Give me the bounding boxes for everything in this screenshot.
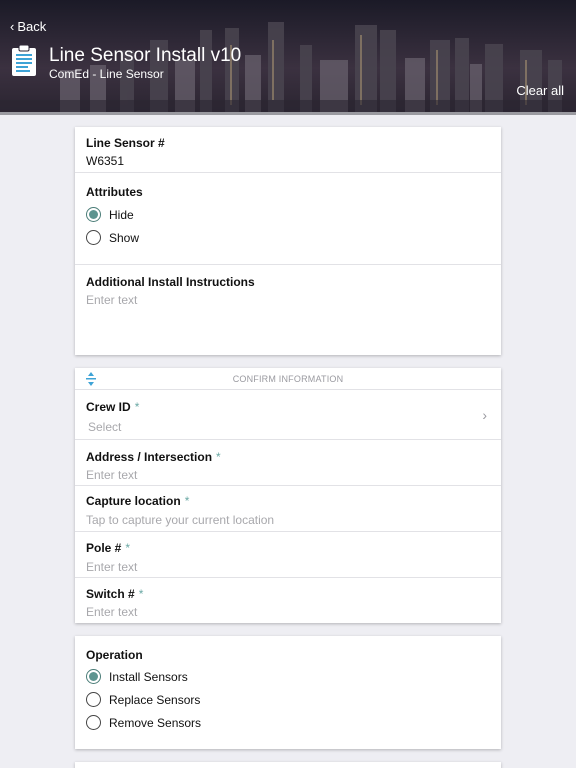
confirm-information-card: CONFIRM INFORMATION Crew ID * Select › Ad… [75,368,501,623]
clear-all-button[interactable]: Clear all [516,83,564,98]
capture-location-label-text: Capture location [86,494,181,508]
operation-option-replace[interactable]: Replace Sensors [86,692,200,707]
required-mark: * [138,587,144,601]
address-field[interactable]: Address / Intersection * Enter text [75,440,501,486]
address-input[interactable]: Enter text [86,468,137,482]
attributes-label: Attributes [86,185,143,199]
crew-id-label-text: Crew ID [86,400,131,414]
chevron-left-icon: ‹ [10,19,15,34]
page-subtitle: ComEd - Line Sensor [49,67,164,81]
pole-field[interactable]: Pole # * Enter text [75,532,501,578]
attributes-option-label: Show [109,230,140,245]
app-header: ‹ Back Line Sensor Install v10 ComEd - L… [0,0,576,114]
address-label: Address / Intersection * [86,450,221,464]
radio-unselected-icon [86,715,101,730]
radio-unselected-icon [86,230,101,245]
operation-card: Operation Install Sensors Replace Sensor… [75,636,501,749]
operation-label: Operation [86,648,143,662]
section-title: CONFIRM INFORMATION [232,374,344,384]
switch-label-text: Switch # [86,587,135,601]
attributes-option-show[interactable]: Show [86,230,139,245]
operation-option-label: Replace Sensors [109,692,201,707]
operation-option-remove[interactable]: Remove Sensors [86,715,201,730]
required-mark: * [216,450,221,464]
back-label: Back [17,19,47,34]
operation-option-label: Install Sensors [109,669,188,684]
crew-id-select[interactable]: Select [88,420,121,434]
next-section-card [75,762,501,768]
operation-option-install[interactable]: Install Sensors [86,669,188,684]
attributes-field: Attributes Hide Show [75,173,501,265]
instructions-input[interactable]: Enter text [86,293,137,307]
capture-location-label: Capture location * [86,494,189,508]
sensor-details-card: Line Sensor # W6351 Attributes Hide Show… [75,127,501,355]
required-mark: * [125,541,131,555]
switch-input[interactable]: Enter text [86,605,137,619]
capture-location-field[interactable]: Capture location * Tap to capture your cu… [75,486,501,532]
section-header: CONFIRM INFORMATION [75,368,501,390]
instructions-field[interactable]: Additional Install Instructions Enter te… [75,265,501,355]
pole-label-text: Pole # [86,541,122,555]
line-sensor-value: W6351 [86,154,125,168]
back-button[interactable]: ‹ Back [10,19,46,34]
clipboard-icon [12,45,36,76]
switch-field[interactable]: Switch # * Enter text [75,578,501,623]
instructions-label: Additional Install Instructions [86,275,255,289]
capture-location-button[interactable]: Tap to capture your current location [86,513,274,527]
chevron-right-icon: › [482,407,487,423]
crew-id-field[interactable]: Crew ID * Select › [75,390,501,440]
header-divider [0,112,576,115]
page-title: Line Sensor Install v10 [49,45,242,66]
line-sensor-label: Line Sensor # [86,136,165,150]
radio-selected-icon [86,669,101,684]
crew-id-label: Crew ID * [86,400,139,414]
attributes-option-hide[interactable]: Hide [86,207,134,222]
line-sensor-field[interactable]: Line Sensor # W6351 [75,127,501,173]
radio-unselected-icon [86,692,101,707]
radio-selected-icon [86,207,101,222]
required-mark: * [134,400,140,414]
pole-label: Pole # * [86,541,130,555]
pole-input[interactable]: Enter text [86,560,137,574]
address-label-text: Address / Intersection [86,450,213,464]
required-mark: * [184,494,190,508]
operation-option-label: Remove Sensors [109,715,202,730]
switch-label: Switch # * [86,587,143,601]
attributes-option-label: Hide [109,207,134,222]
